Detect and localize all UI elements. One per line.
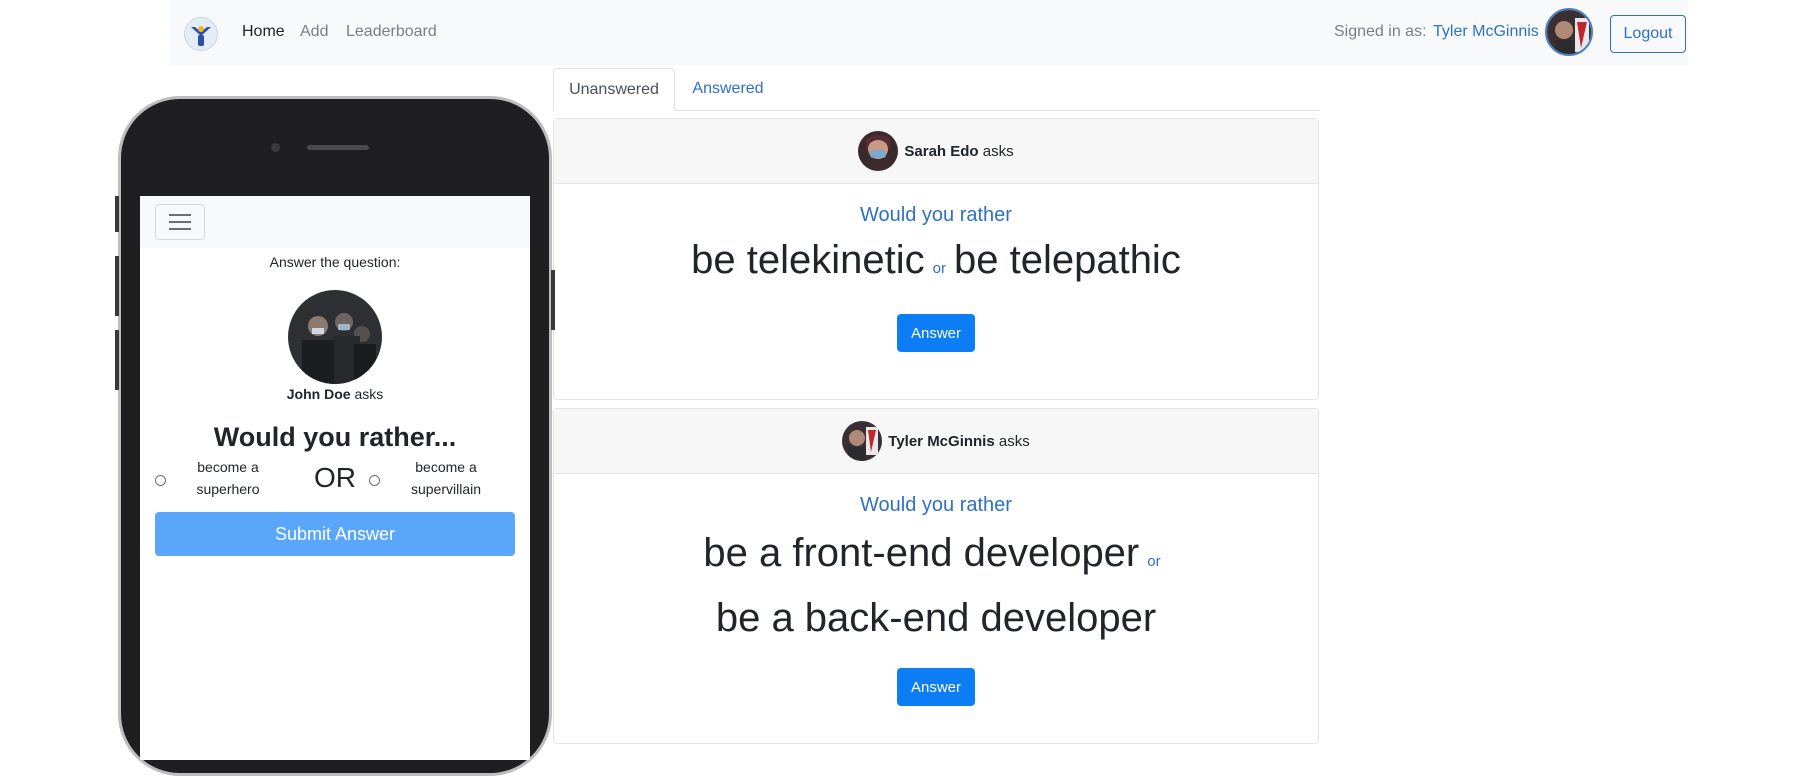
answer-prompt: Answer the question: <box>269 254 401 270</box>
would-you-rather-title: Would you rather... <box>213 422 457 452</box>
question-tabs: Unanswered Answered <box>553 68 1319 111</box>
author-avatar <box>842 421 883 461</box>
question-options: be telekinetic or be telepathic <box>554 235 1318 294</box>
or-separator: OR <box>314 462 356 493</box>
asks-label: asks <box>998 432 1030 450</box>
phone-side-button <box>115 256 119 316</box>
question-card: Tyler McGinnis asks Would you rather be … <box>553 408 1319 744</box>
author-name: Tyler McGinnis <box>888 432 995 450</box>
author-avatar <box>858 131 899 171</box>
submit-answer-button[interactable]: Submit Answer <box>155 512 515 556</box>
tab-answered[interactable]: Answered <box>675 68 781 110</box>
or-separator: or <box>932 260 946 277</box>
option-two: be a back-end developer <box>715 596 1157 640</box>
phone-side-button <box>115 196 119 232</box>
tab-unanswered[interactable]: Unanswered <box>553 68 675 111</box>
asks-label: asks <box>354 386 384 402</box>
author-avatar <box>288 290 382 384</box>
hamburger-menu-icon[interactable] <box>155 204 205 240</box>
top-navbar: Home Add Leaderboard Signed in as: Tyler… <box>170 0 1688 66</box>
card-header: Tyler McGinnis asks <box>554 409 1318 474</box>
app-logo-icon[interactable] <box>184 17 218 51</box>
phone-speaker <box>307 145 369 150</box>
option-two-radio[interactable] <box>369 475 380 486</box>
option-one: be a front-end developer <box>703 531 1140 575</box>
option-one: be telekinetic <box>691 238 925 282</box>
option-two: be telepathic <box>953 238 1181 282</box>
answer-button[interactable]: Answer <box>897 314 975 352</box>
option-one-radio[interactable] <box>155 475 166 486</box>
signed-in-label: Signed in as: <box>1334 23 1427 40</box>
answer-button[interactable]: Answer <box>897 668 975 706</box>
would-you-rather-title: Would you rather <box>860 494 1012 516</box>
card-header: Sarah Edo asks <box>554 119 1318 184</box>
signed-in-user-name[interactable]: Tyler McGinnis <box>1433 23 1539 41</box>
would-you-rather-title: Would you rather <box>860 204 1012 226</box>
option-two-label[interactable]: become a supervillain <box>396 456 496 500</box>
logout-button[interactable]: Logout <box>1610 15 1686 53</box>
author-name: John Doe <box>286 386 351 402</box>
phone-side-button <box>551 270 555 330</box>
question-card: Sarah Edo asks Would you rather be telek… <box>553 118 1319 400</box>
asks-label: asks <box>982 142 1014 160</box>
or-separator: or <box>1147 553 1161 570</box>
phone-side-button <box>115 330 119 390</box>
question-options: be a front-end developer or be a back-end… <box>554 525 1318 646</box>
phone-camera <box>271 143 280 152</box>
mobile-navbar <box>140 196 530 248</box>
phone-screen: Answer the question: John Doe asks Would… <box>140 196 530 760</box>
nav-home-link[interactable]: Home <box>242 23 285 41</box>
author-name: Sarah Edo <box>904 142 979 160</box>
nav-add-link[interactable]: Add <box>300 23 328 41</box>
nav-leaderboard-link[interactable]: Leaderboard <box>346 23 437 41</box>
user-avatar[interactable] <box>1545 8 1593 56</box>
option-one-label[interactable]: become a superhero <box>178 456 278 500</box>
